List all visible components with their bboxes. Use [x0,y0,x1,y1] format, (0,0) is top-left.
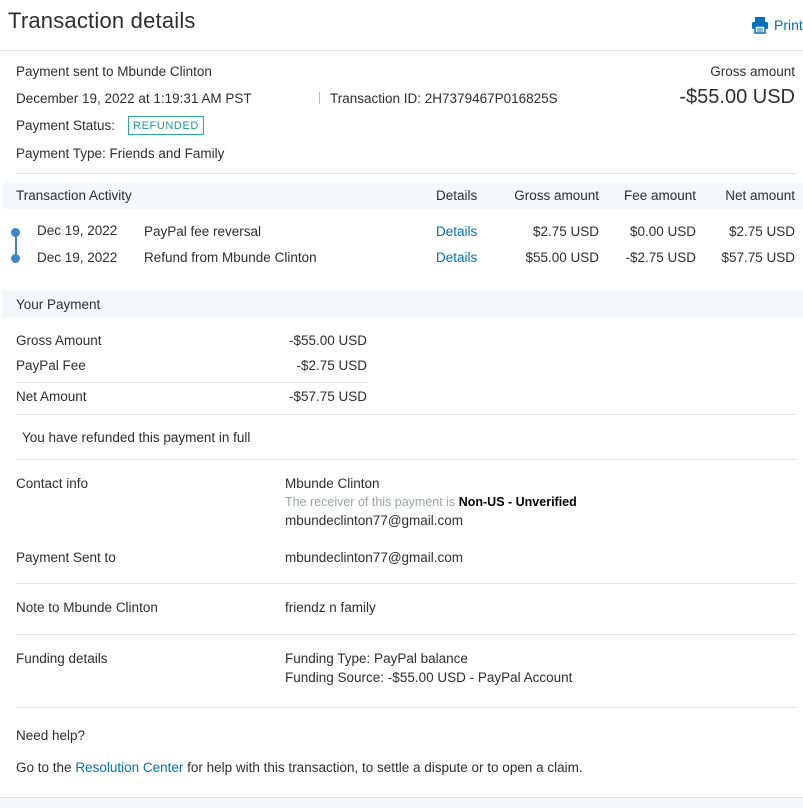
col-fee: Fee amount [623,188,696,203]
your-payment-title: Your Payment [16,297,101,312]
refund-note: You have refunded this payment in full [22,430,251,445]
status-badge: REFUNDED [128,116,204,135]
status-label: Payment Status: [16,118,116,133]
gross-amount-row-label: Gross Amount [16,333,102,348]
your-payment-band [3,290,803,318]
payment-type: Payment Type: Friends and Family [16,146,225,161]
payment-sent-to-value: mbundeclinton77@gmail.com [285,550,464,565]
separator [319,92,320,104]
timeline-dot [11,254,20,263]
transaction-date: December 19, 2022 at 1:19:31 AM PST [16,91,252,106]
footer-band [0,798,803,808]
row-net: $2.75 USD [728,224,795,239]
page-title: Transaction details [8,8,196,33]
receiver-note: The receiver of this payment is [285,495,456,509]
funding-details-label: Funding details [16,651,108,666]
paypal-fee-value: -$2.75 USD [296,358,367,373]
note-label: Note to Mbunde Clinton [16,600,158,615]
divider [0,50,803,51]
sent-to-summary: Payment sent to Mbunde Clinton [16,64,212,79]
row-net: $57.75 USD [721,250,795,265]
row-description: PayPal fee reversal [144,224,262,239]
funding-type: Funding Type: PayPal balance [285,651,468,666]
row-date: Dec 19, 2022 [37,223,118,238]
row-details-link[interactable]: Details [436,224,477,239]
need-help-title: Need help? [16,728,86,743]
row-date: Dec 19, 2022 [37,250,118,265]
divider [16,583,796,584]
print-button[interactable]: Print [751,15,803,35]
row-fee: $0.00 USD [629,224,696,239]
divider [16,173,796,174]
net-amount-label: Net Amount [16,389,87,404]
contact-email: mbundeclinton77@gmail.com [285,513,464,528]
row-details-link[interactable]: Details [436,250,477,265]
resolution-center-link[interactable]: Resolution Center [75,760,183,775]
row-fee: -$2.75 USD [625,250,696,265]
net-amount-value: -$57.75 USD [288,389,367,404]
contact-name: Mbunde Clinton [285,476,380,491]
gross-amount-label: Gross amount [710,64,795,79]
gross-amount-row-value: -$55.00 USD [288,333,367,348]
help-prefix: Go to the [16,760,72,775]
row-gross: $55.00 USD [525,250,599,265]
activity-title: Transaction Activity [16,188,132,203]
transaction-id: Transaction ID: 2H7379467P016825S [330,91,558,106]
paypal-fee-label: PayPal Fee [16,358,86,373]
help-text: Go to the Resolution Center for help wit… [16,760,583,775]
row-description: Refund from Mbunde Clinton [144,250,317,265]
printer-icon [752,17,768,34]
funding-source: Funding Source: -$55.00 USD - PayPal Acc… [285,670,573,685]
help-suffix: for help with this transaction, to settl… [187,760,583,775]
timeline-dot [11,228,20,237]
contact-info-label: Contact info [16,476,89,491]
row-gross: $2.75 USD [532,224,599,239]
print-label: Print [774,17,803,33]
divider [16,459,796,460]
col-details: Details [436,188,478,203]
col-net: Net amount [725,188,795,203]
payment-sent-to-label: Payment Sent to [16,550,116,565]
divider [16,707,796,708]
receiver-status-line: The receiver of this payment is Non-US -… [285,495,577,509]
gross-amount-value: -$55.00 USD [679,86,795,108]
col-gross: Gross amount [514,188,599,203]
receiver-status: Non-US - Unverified [458,495,577,509]
divider [16,634,796,635]
divider [16,382,367,383]
note-value: friendz n family [285,600,376,615]
divider [16,414,796,415]
